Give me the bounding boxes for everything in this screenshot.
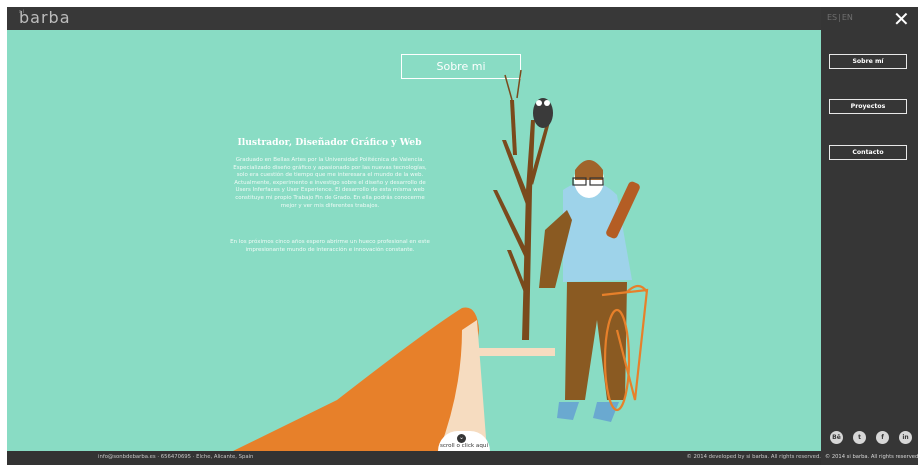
lang-es[interactable]: ES xyxy=(827,13,837,22)
side-menu: ES|EN ✕ Sobre mí Proyectos Contacto Bē t… xyxy=(821,7,920,465)
logo[interactable]: si barba xyxy=(19,8,71,27)
facebook-icon[interactable]: f xyxy=(876,431,889,444)
behance-icon[interactable]: Bē xyxy=(830,431,843,444)
nav-proyectos-button[interactable]: Proyectos xyxy=(829,99,907,114)
nav-sobre-mi-button[interactable]: Sobre mí xyxy=(829,54,907,69)
twitter-icon[interactable]: t xyxy=(853,431,866,444)
footer-contact: info@sonbdebarba.es · 656470695 · Elche,… xyxy=(98,454,254,460)
chevron-down-icon[interactable]: ⌄ xyxy=(457,434,466,443)
logo-text: barba xyxy=(19,8,71,27)
hero-illustration xyxy=(233,69,649,451)
top-bar: si barba xyxy=(7,7,825,30)
footer-bar: info@sonbdebarba.es · 656470695 · Elche,… xyxy=(7,451,825,465)
owl xyxy=(533,98,553,128)
logo-prefix: si xyxy=(19,9,25,15)
language-switch: ES|EN xyxy=(827,13,853,22)
footer-copyright: © 2014 developed by si barba. All rights… xyxy=(686,454,822,460)
person xyxy=(539,160,640,422)
road-stripe xyxy=(477,348,555,356)
tree xyxy=(493,100,550,340)
hero-stage: Sobre mi Ilustrador, Diseñador Gráfico y… xyxy=(7,30,821,451)
tree-sketch-lines xyxy=(504,69,522,101)
side-copyright: © 2014 si barba. All rights reserved. xyxy=(825,454,920,460)
linkedin-icon[interactable]: in xyxy=(899,431,912,444)
scroll-hint-label[interactable]: scroll o click aquí xyxy=(438,443,490,449)
orange-hill xyxy=(233,307,479,451)
lang-en[interactable]: EN xyxy=(842,13,853,22)
close-icon[interactable]: ✕ xyxy=(893,9,910,29)
nav-contacto-button[interactable]: Contacto xyxy=(829,145,907,160)
lang-separator: | xyxy=(838,13,841,22)
page: si barba Sobre mi Ilustrador, Diseñador … xyxy=(0,0,922,467)
